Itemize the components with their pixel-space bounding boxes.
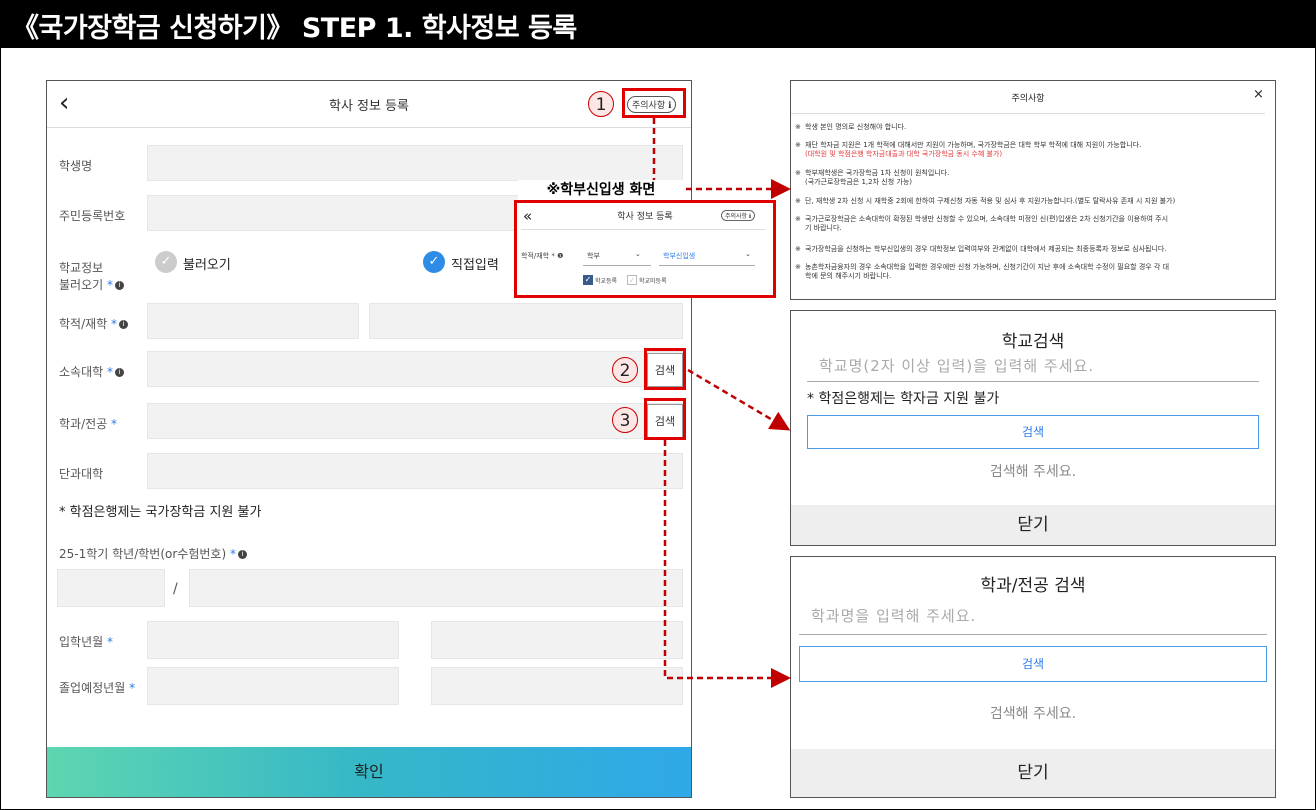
arrow-to-school-search [687,368,791,431]
arrow-to-dept-search [663,440,791,688]
callout-arrows [652,118,791,688]
